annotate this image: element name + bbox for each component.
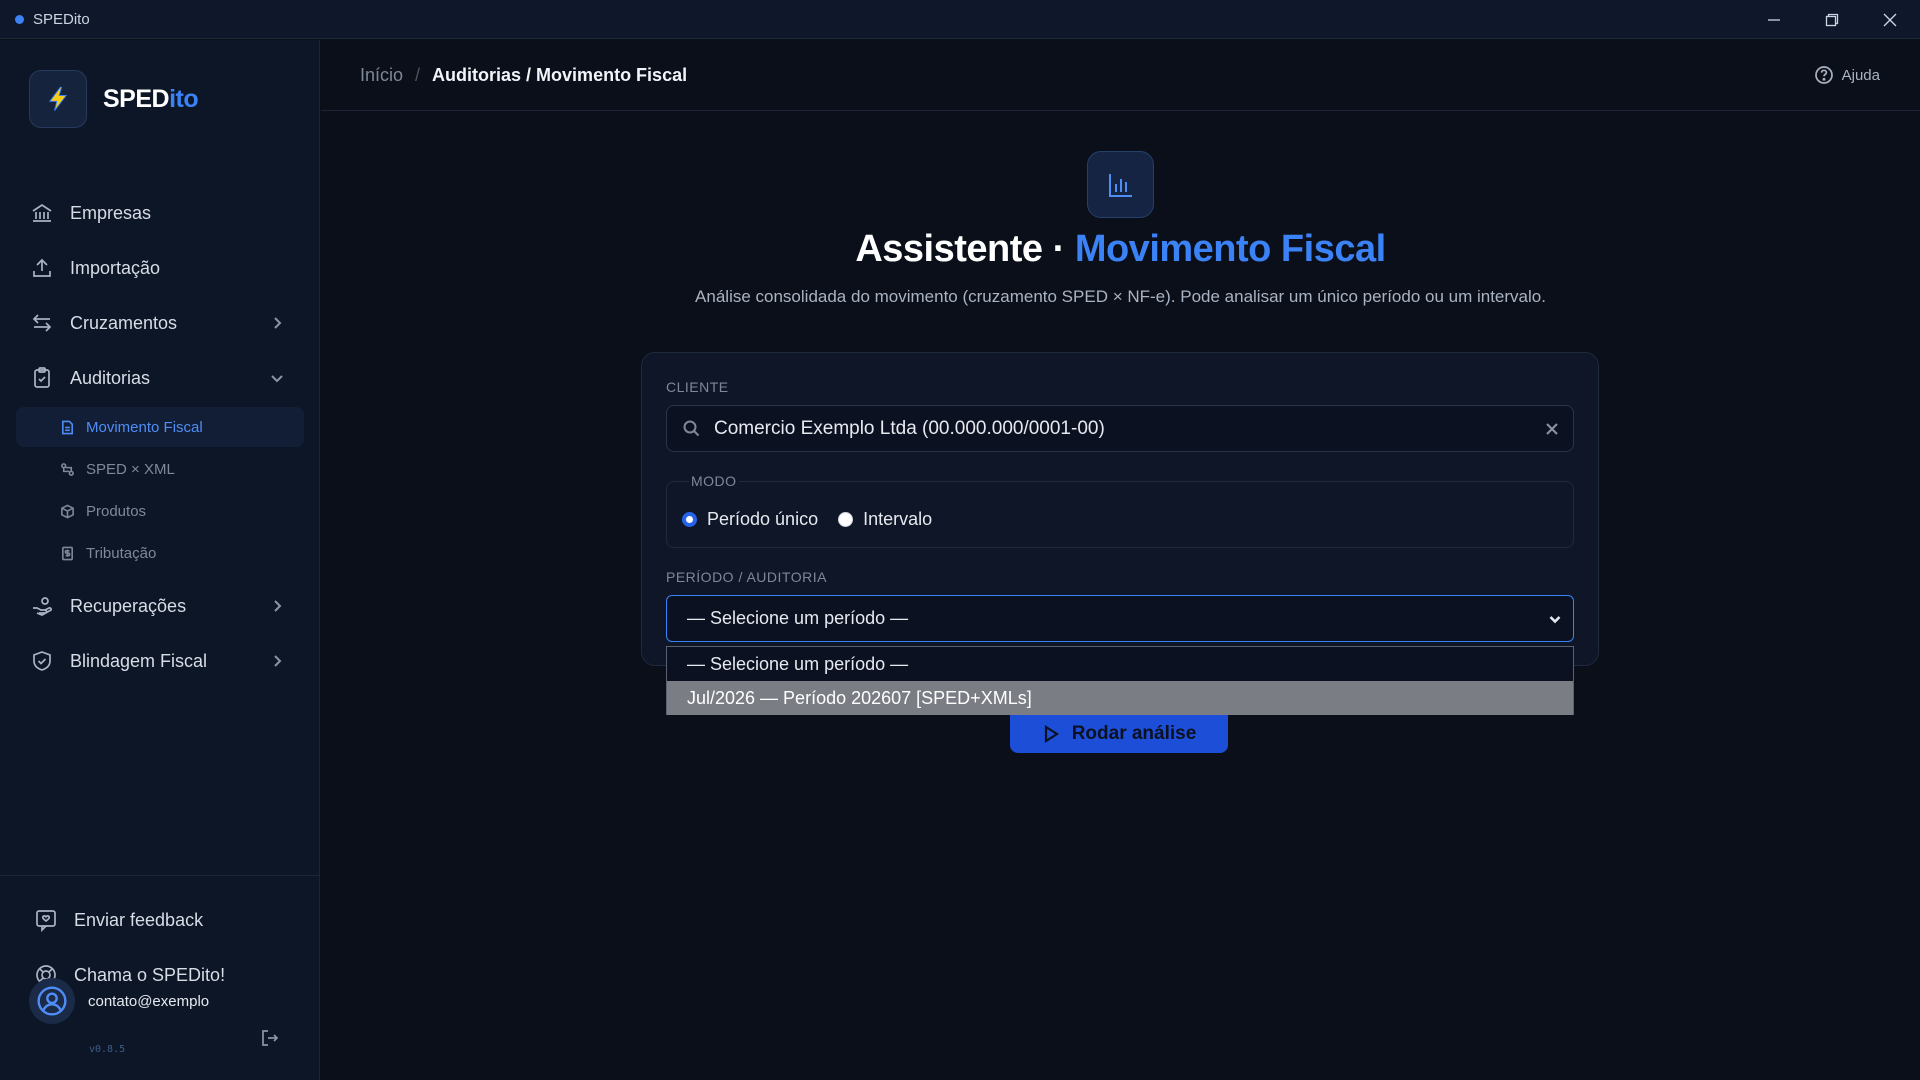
- sidebar-item-label: Cruzamentos: [70, 312, 178, 333]
- breadcrumb: Início / Auditorias / Movimento Fiscal: [360, 65, 687, 86]
- logout-icon: [262, 1030, 279, 1046]
- logo-text-accent: ito: [169, 84, 199, 113]
- chevron-right-icon: [274, 317, 282, 329]
- sidebar-subitem-produtos[interactable]: Produtos: [16, 491, 304, 531]
- page-header: Início / Auditorias / Movimento Fiscal A…: [321, 40, 1920, 111]
- periodo-select[interactable]: — Selecione um período —: [666, 595, 1574, 642]
- sidebar-item-label: Auditorias: [70, 367, 151, 388]
- document-icon: [62, 420, 73, 434]
- chevron-right-icon: [274, 655, 282, 667]
- chevron-down-icon: [1549, 615, 1561, 623]
- chevron-down-icon: [271, 375, 283, 383]
- lightning-icon: [48, 86, 68, 111]
- chevron-right-icon: [274, 600, 282, 612]
- radio-intervalo[interactable]: [838, 512, 854, 527]
- title-bar: SPEDito: [0, 0, 1920, 39]
- breadcrumb-home[interactable]: Início: [360, 65, 403, 86]
- sidebar-subitem-label: Movimento Fiscal: [86, 418, 203, 436]
- page-subtitle: Análise consolidada do movimento (cruzam…: [695, 287, 1546, 306]
- feedback-icon: [36, 910, 56, 932]
- close-button[interactable]: [1861, 0, 1919, 39]
- compare-icon: [61, 462, 74, 476]
- close-icon: [1883, 13, 1897, 26]
- sidebar-subitem-movimento-fiscal[interactable]: Movimento Fiscal: [16, 407, 304, 447]
- run-analysis-button[interactable]: Rodar análise: [1010, 715, 1228, 753]
- logo-text: SPEDito: [103, 84, 199, 114]
- send-feedback-label: Enviar feedback: [74, 909, 204, 930]
- minimize-button[interactable]: [1745, 0, 1803, 39]
- help-label: Ajuda: [1841, 66, 1880, 84]
- page-title-accent: Movimento Fiscal: [1074, 228, 1386, 270]
- logo-badge: [29, 70, 87, 128]
- bar-chart-icon: [1108, 173, 1132, 197]
- radio-periodo-unico[interactable]: [682, 512, 697, 527]
- cliente-label: CLIENTE: [666, 379, 729, 395]
- dropdown-option[interactable]: — Selecione um período —: [667, 647, 1573, 681]
- sidebar-item-label: Recuperações: [70, 595, 187, 616]
- sidebar-subitem-tributacao[interactable]: Tributação: [16, 533, 304, 573]
- sidebar-item-cruzamentos[interactable]: Cruzamentos: [16, 300, 304, 346]
- package-icon: [61, 504, 74, 518]
- user-email: contato@exemplo: [88, 992, 210, 1010]
- run-analysis-label: Rodar análise: [1071, 723, 1197, 744]
- send-feedback-button[interactable]: Enviar feedback: [34, 908, 203, 932]
- clipboard-check-icon: [34, 367, 50, 388]
- app-dot-icon: [15, 14, 24, 24]
- sidebar-subitem-sped-xml[interactable]: SPED × XML: [16, 449, 304, 489]
- radio-periodo-unico-label[interactable]: Período único: [707, 509, 818, 530]
- logo-text-main: SPED: [103, 84, 170, 113]
- help-circle-icon: [1814, 66, 1833, 84]
- arrows-swap-icon: [32, 314, 52, 332]
- window-title: SPEDito: [33, 10, 90, 28]
- sidebar-item-importacao[interactable]: Importação: [16, 245, 304, 291]
- page-title-prefix: Assistente ·: [855, 228, 1075, 270]
- sidebar-item-blindagem-fiscal[interactable]: Blindagem Fiscal: [16, 638, 304, 684]
- periodo-label: PERÍODO / AUDITORIA: [666, 569, 827, 585]
- sidebar-item-label: Importação: [70, 257, 161, 278]
- logo[interactable]: SPEDito: [29, 70, 199, 128]
- upload-icon: [33, 258, 51, 277]
- sidebar-subitem-label: Tributação: [86, 544, 157, 562]
- shield-check-icon: [33, 651, 51, 671]
- modo-radio-group: Período único Intervalo: [682, 509, 952, 530]
- play-icon: [1044, 725, 1059, 743]
- user-circle-icon: [37, 986, 67, 1016]
- restore-icon: [1825, 13, 1839, 26]
- maximize-button[interactable]: [1803, 0, 1861, 39]
- user-profile[interactable]: contato@exemplo: [29, 978, 209, 1024]
- sidebar-item-empresas[interactable]: Empresas: [16, 190, 304, 236]
- sidebar-subitem-label: SPED × XML: [86, 460, 175, 478]
- page-title: Assistente · Movimento Fiscal: [321, 228, 1920, 271]
- receipt-icon: [62, 546, 73, 560]
- modo-label: MODO: [689, 473, 739, 489]
- search-icon: [683, 420, 700, 437]
- bank-icon: [32, 203, 52, 222]
- minimize-icon: [1768, 18, 1780, 21]
- hand-coins-icon: [33, 597, 52, 616]
- sidebar-subitem-label: Produtos: [86, 502, 147, 520]
- breadcrumb-current: Auditorias / Movimento Fiscal: [432, 64, 688, 85]
- sidebar-item-recuperacoes[interactable]: Recuperações: [16, 583, 304, 629]
- sidebar-item-label: Empresas: [70, 202, 152, 223]
- cliente-value: Comercio Exemplo Ltda (00.000.000/0001-0…: [714, 417, 1105, 439]
- dropdown-option[interactable]: Jul/2026 — Período 202607 [SPED+XMLs]: [667, 681, 1573, 715]
- app-version: v0.8.5: [89, 1044, 126, 1055]
- sidebar-item-label: Blindagem Fiscal: [70, 650, 208, 671]
- hero-badge: [1087, 151, 1154, 218]
- periodo-selected-value: — Selecione um período —: [687, 608, 909, 628]
- sidebar-item-auditorias[interactable]: Auditorias: [16, 355, 304, 401]
- periodo-dropdown-list: — Selecione um período — Jul/2026 — Perí…: [666, 646, 1574, 715]
- cliente-search-input[interactable]: Comercio Exemplo Ltda (00.000.000/0001-0…: [666, 405, 1574, 452]
- radio-intervalo-label[interactable]: Intervalo: [863, 509, 932, 530]
- help-button[interactable]: Ajuda: [1814, 65, 1880, 85]
- avatar: [29, 978, 75, 1024]
- breadcrumb-separator: /: [415, 64, 421, 85]
- clear-icon[interactable]: [1545, 422, 1559, 436]
- logout-button[interactable]: [260, 1028, 280, 1048]
